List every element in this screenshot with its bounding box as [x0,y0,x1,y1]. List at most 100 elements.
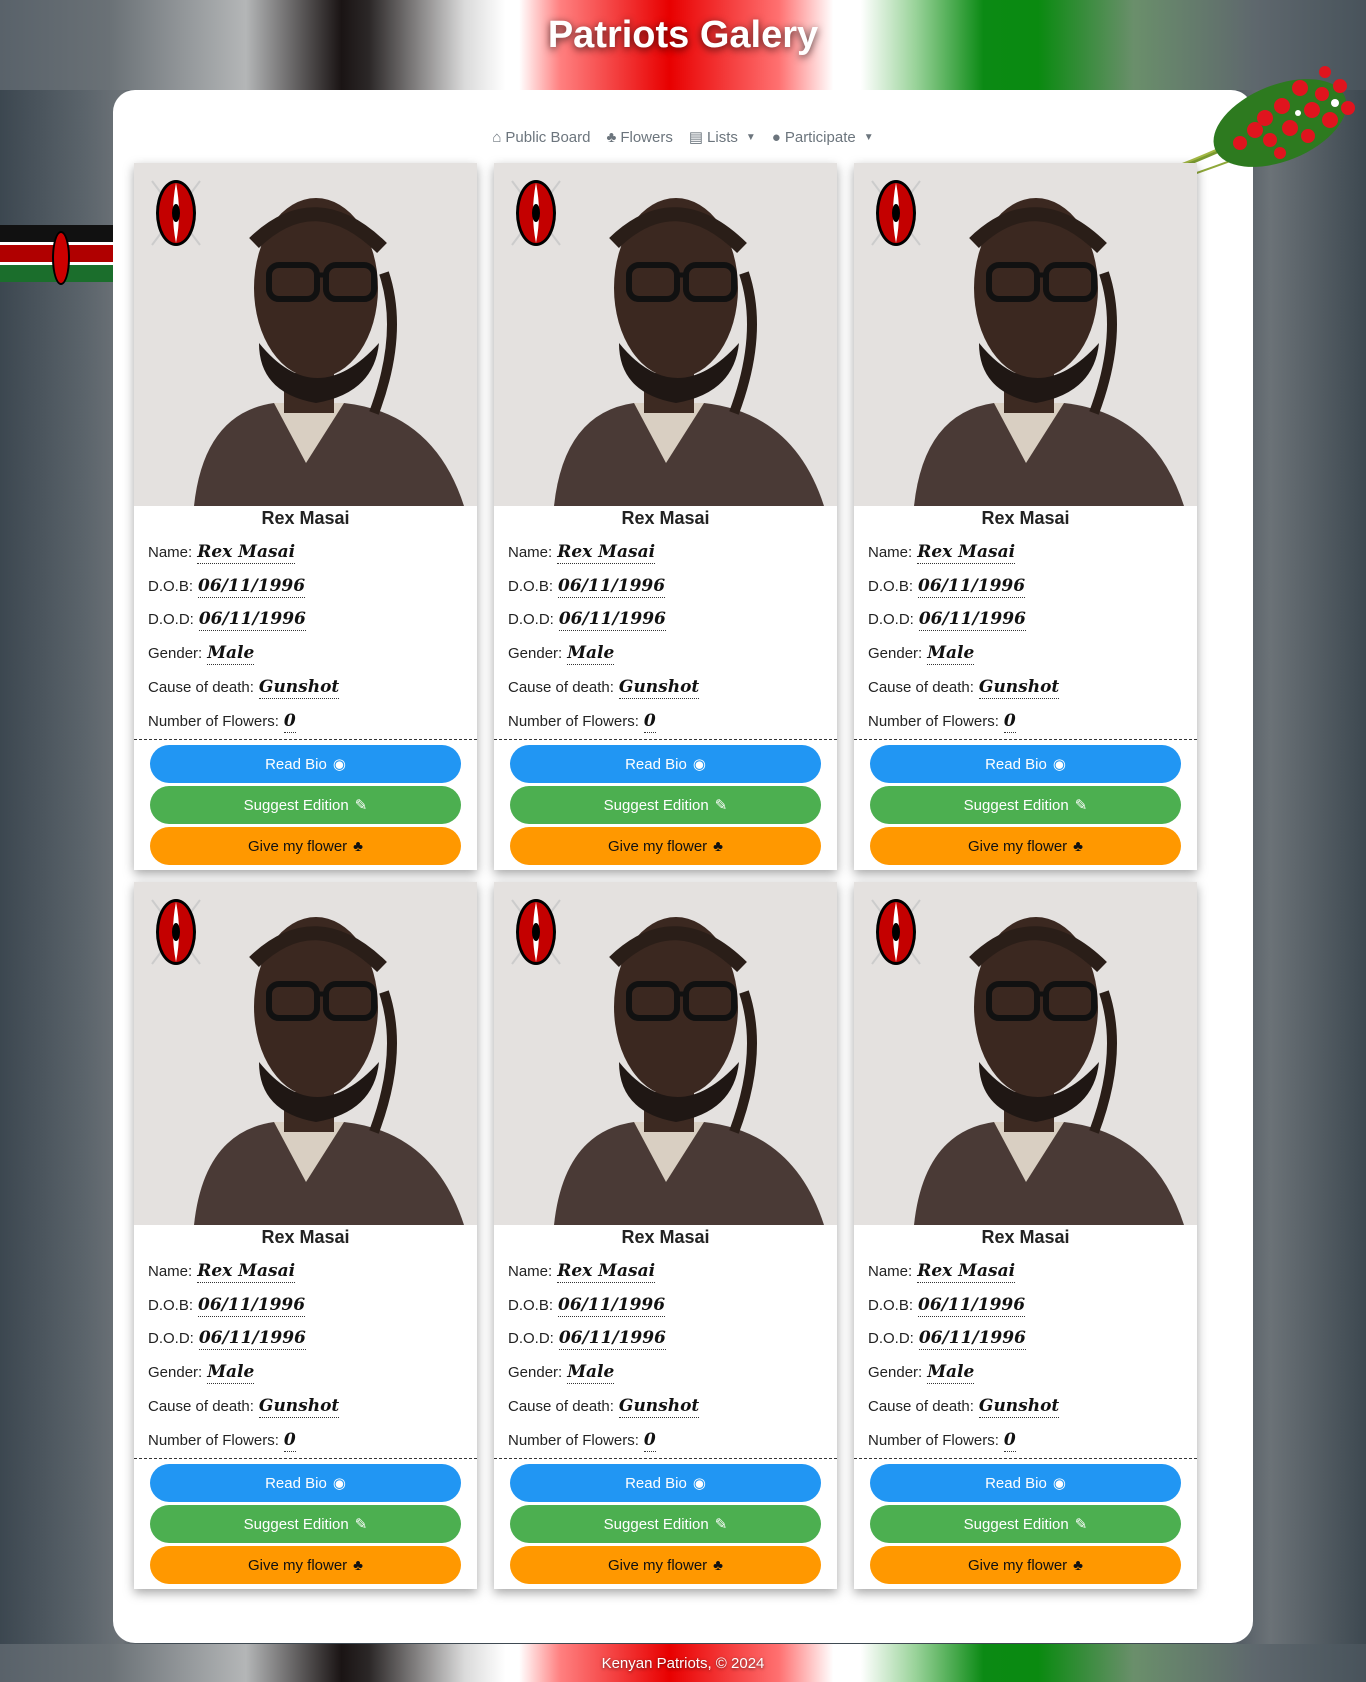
card-divider [494,1458,837,1459]
card-divider [854,739,1197,740]
give-flower-button[interactable]: Give my flower ♣ [870,827,1181,865]
eye-icon: ◉ [332,1475,346,1492]
dod-row: D.O.D: 06/11/1996 [148,1328,306,1350]
eye-icon: ◉ [1052,756,1066,773]
field-label: D.O.B: [508,1297,554,1314]
button-label: Read Bio [985,1474,1047,1492]
dob-value: 06/11/1996 [198,576,306,598]
field-label: D.O.B: [868,578,914,595]
suggest-edition-button[interactable]: Suggest Edition ✎ [150,786,461,824]
patriot-card: Rex Masai Name: Rex Masai D.O.B: 06/11/1… [134,163,477,870]
button-label: Suggest Edition [603,796,709,814]
dod-row: D.O.D: 06/11/1996 [868,609,1026,631]
footer-copyright: Kenyan Patriots, © 2024 [601,1655,765,1672]
read-bio-button[interactable]: Read Bio ◉ [870,1464,1181,1502]
field-label: D.O.D: [508,611,554,628]
edit-icon: ✎ [1074,797,1088,814]
field-label: D.O.B: [148,1297,194,1314]
card-divider [134,1458,477,1459]
read-bio-button[interactable]: Read Bio ◉ [510,1464,821,1502]
edit-icon: ✎ [354,797,368,814]
button-label: Suggest Edition [243,796,349,814]
flowers-row: Number of Flowers: 0 [148,711,296,733]
give-flower-button[interactable]: Give my flower ♣ [510,1546,821,1584]
button-label: Give my flower [607,837,708,855]
gender-row: Gender: Male [148,643,255,665]
patriot-card: Rex Masai Name: Rex Masai D.O.B: 06/11/1… [854,882,1197,1589]
maasai-shield-icon [871,180,921,246]
cause-row: Cause of death: Gunshot [148,677,340,699]
patriot-card: Rex Masai Name: Rex Masai D.O.B: 06/11/1… [494,163,837,870]
name-value: Rex Masai [197,542,296,564]
flowers-count: 0 [1003,1430,1016,1452]
suggest-edition-button[interactable]: Suggest Edition ✎ [510,786,821,824]
suggest-edition-button[interactable]: Suggest Edition ✎ [510,1505,821,1543]
read-bio-button[interactable]: Read Bio ◉ [510,745,821,783]
field-label: Name: [148,1263,193,1280]
patriot-photo[interactable] [854,882,1197,1225]
patriot-photo[interactable] [494,882,837,1225]
suggest-edition-button[interactable]: Suggest Edition ✎ [870,786,1181,824]
patriot-photo[interactable] [494,163,837,506]
patriot-photo[interactable] [134,882,477,1225]
site-title: Patriots Galery [547,14,819,56]
nav-public-board[interactable]: ⌂ Public Board [492,128,590,146]
gender-value: Male [927,643,975,665]
field-label: Name: [868,544,913,561]
patriot-card: Rex Masai Name: Rex Masai D.O.B: 06/11/1… [134,882,477,1589]
button-label: Give my flower [607,1556,708,1574]
cause-value: Gunshot [618,677,700,699]
field-label: Number of Flowers: [148,713,279,730]
suggest-edition-button[interactable]: Suggest Edition ✎ [870,1505,1181,1543]
field-label: D.O.B: [868,1297,914,1314]
cause-row: Cause of death: Gunshot [868,677,1060,699]
patriot-photo[interactable] [134,163,477,506]
button-label: Suggest Edition [603,1515,709,1533]
dod-row: D.O.D: 06/11/1996 [148,609,306,631]
field-label: D.O.D: [148,1330,194,1347]
button-label: Give my flower [967,1556,1068,1574]
field-label: Number of Flowers: [508,713,639,730]
name-value: Rex Masai [557,542,656,564]
nav-label: Participate [784,128,856,146]
field-label: Number of Flowers: [148,1432,279,1449]
dob-row: D.O.B: 06/11/1996 [148,576,306,598]
cause-row: Cause of death: Gunshot [868,1396,1060,1418]
field-label: Name: [148,544,193,561]
read-bio-button[interactable]: Read Bio ◉ [870,745,1181,783]
dod-value: 06/11/1996 [198,1328,306,1350]
dob-value: 06/11/1996 [558,1295,666,1317]
button-label: Read Bio [265,755,327,773]
suggest-edition-button[interactable]: Suggest Edition ✎ [150,1505,461,1543]
tree-icon: ♣ [606,128,617,146]
cause-value: Gunshot [258,677,340,699]
field-label: D.O.D: [868,1330,914,1347]
give-flower-button[interactable]: Give my flower ♣ [150,1546,461,1584]
edit-icon: ✎ [354,1516,368,1533]
give-flower-button[interactable]: Give my flower ♣ [870,1546,1181,1584]
name-value: Rex Masai [917,1261,1016,1283]
field-label: D.O.B: [148,578,194,595]
nav-lists-dropdown[interactable]: ▤ Lists ▼ [689,128,756,147]
button-label: Read Bio [625,1474,687,1492]
button-label: Give my flower [247,1556,348,1574]
nav-participate-dropdown[interactable]: ● Participate ▼ [772,128,874,146]
read-bio-button[interactable]: Read Bio ◉ [150,1464,461,1502]
tree-icon: ♣ [353,837,364,855]
card-divider [494,739,837,740]
nav-flowers[interactable]: ♣ Flowers [606,128,672,146]
card-title: Rex Masai [621,508,710,528]
name-value: Rex Masai [557,1261,656,1283]
field-label: Cause of death: [868,679,974,696]
dod-row: D.O.D: 06/11/1996 [508,1328,666,1350]
field-label: Cause of death: [148,679,254,696]
card-divider [854,1458,1197,1459]
dob-value: 06/11/1996 [918,576,1026,598]
card-title: Rex Masai [621,1227,710,1247]
give-flower-button[interactable]: Give my flower ♣ [150,827,461,865]
give-flower-button[interactable]: Give my flower ♣ [510,827,821,865]
read-bio-button[interactable]: Read Bio ◉ [150,745,461,783]
edit-icon: ✎ [714,1516,728,1533]
gender-value: Male [207,643,255,665]
patriot-photo[interactable] [854,163,1197,506]
